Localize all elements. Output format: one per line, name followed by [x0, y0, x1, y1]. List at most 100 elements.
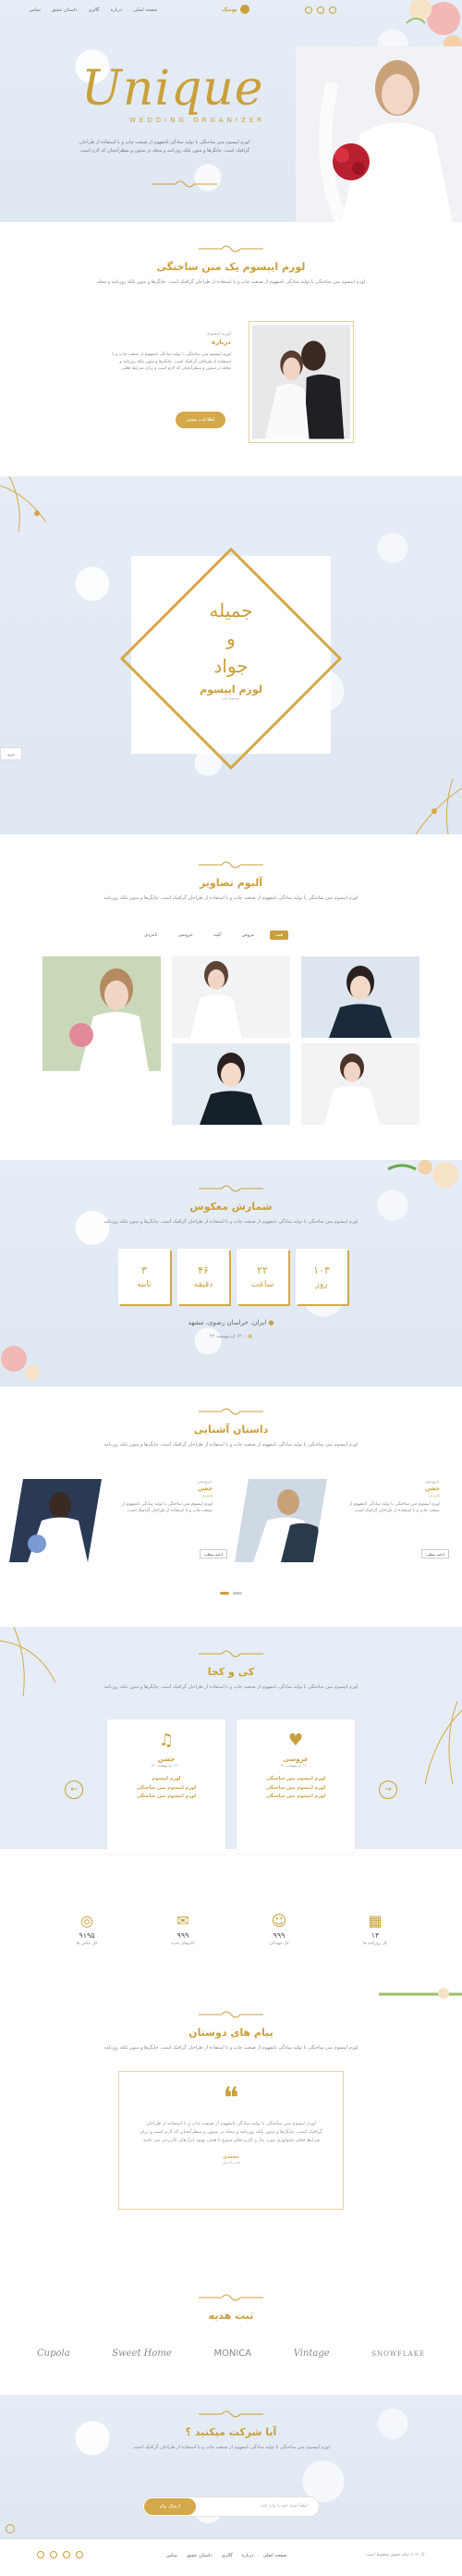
calendar-icon: ▦ [246, 1334, 253, 1339]
nav-about[interactable]: درباره [111, 7, 123, 13]
bride-photo [296, 46, 462, 222]
gifts-title: ثبت هدیه [208, 2310, 254, 2322]
countdown-label: ثانیه [137, 1279, 152, 1289]
footer-nav-home[interactable]: صفحه اصلی [262, 2553, 286, 2558]
countdown-title: شمارش معکوس [189, 1201, 273, 1213]
countdown-label: ساعت [250, 1279, 274, 1289]
filter-engagement[interactable]: نامزدی [139, 931, 164, 940]
testimonial-card: ❝ لورم ایپسوم متن ساختگی با تولید سادگی … [118, 2071, 344, 2210]
couple-note: ایپسوم متن [222, 696, 240, 700]
purchase-side-tab[interactable]: خرید [0, 747, 22, 760]
prev-arrow-icon[interactable]: ← [65, 1781, 83, 1799]
story-heading: جشن [198, 1485, 213, 1492]
testimonial-text: لورم ایپسوم متن ساختگی با تولید سادگی نا… [140, 2121, 322, 2143]
event-card-title: عروسی [283, 1756, 309, 1763]
story-read-more-button[interactable]: ادامه مطلب [200, 1549, 227, 1559]
gift-icon: ✉ [176, 1912, 189, 1929]
countdown-value: ۲۲ [257, 1263, 268, 1276]
gallery-image-2[interactable] [172, 956, 290, 1038]
about-title: لورم ایپسوم یک متن ساختگی [156, 261, 306, 273]
event-card-line: لورم ایپسوم متن ساختگی [265, 1793, 326, 1799]
nav-story[interactable]: داستان عشق [52, 7, 78, 13]
testimonials-title: پیام های دوستان [188, 2027, 274, 2039]
story-read-more-button[interactable]: ادامه مطلب [421, 1549, 449, 1559]
event-card-title: جشن [157, 1756, 176, 1763]
ornament-icon [152, 180, 217, 188]
gallery-image-3[interactable] [301, 956, 419, 1038]
floral-decoration-right [415, 779, 462, 834]
camera-icon: ◎ [80, 1912, 93, 1929]
rsvp-desc: لورم ایپسوم متن ساختگی با تولید سادگی نا… [131, 2445, 331, 2450]
groom-name: جواد [213, 655, 249, 677]
footer-nav-gallery[interactable]: گالری [222, 2553, 233, 2558]
footer-nav-about[interactable]: درباره [242, 2553, 254, 2558]
event-card-line: لورم ایپسوم متن ساختگی [265, 1776, 326, 1781]
next-arrow-icon[interactable]: → [379, 1781, 397, 1799]
stat-item: ☺ ۹۹۹ کل مهمانان [242, 1912, 316, 1946]
filter-bride[interactable]: عروس [237, 931, 261, 940]
gallery-image-5[interactable] [301, 1043, 419, 1125]
brand-logo[interactable]: Cupola [37, 2348, 70, 2359]
countdown-days: ۱۰۳ روز [296, 1249, 347, 1304]
nav-home[interactable]: صفحه اصلی [133, 7, 157, 13]
stat-value: ۹۱۹۵ [79, 1931, 95, 1940]
ornament-icon [199, 861, 263, 869]
footer-nav-contact[interactable]: تماس [166, 2553, 177, 2558]
nav-gallery[interactable]: گالری [89, 7, 100, 13]
submit-button[interactable]: ارسال پیام [144, 2498, 196, 2515]
facebook-icon[interactable] [305, 6, 312, 14]
stat-label: کل مهمانان [269, 1941, 289, 1946]
brand-logo[interactable]: Sweet Home [112, 2348, 172, 2359]
stat-label: کل روزنامه ها [362, 1941, 388, 1946]
more-info-button[interactable]: اطلاعات بیشتر [176, 412, 225, 428]
story-body: لورم ایپسوم متن ساختگی با تولید سادگی نا… [348, 1502, 440, 1514]
slider-dots [0, 1592, 462, 1595]
floral-decoration-left [0, 476, 47, 533]
event-card-date: ۱۴۰۰ اردیبهشت ۲۲ [281, 1763, 310, 1768]
event-card-date: ۱۴۰۰ اردیبهشت ۲۲ [152, 1763, 181, 1768]
ornament-icon [199, 2410, 263, 2418]
filter-all[interactable]: همه [269, 931, 289, 940]
filter-studio[interactable]: آتلیه [208, 931, 227, 940]
filter-wedding[interactable]: عروسی [173, 931, 200, 940]
brand-logo[interactable]: Vintage [294, 2348, 330, 2359]
ornament-icon [199, 1650, 263, 1658]
nav-contact[interactable]: تماس [30, 7, 41, 13]
event-card-details: لورم ایپسوم لورم ایپسوم متن ساختگی لورم … [107, 1775, 225, 1802]
event-card-wedding: ♥ عروسی ۱۴۰۰ اردیبهشت ۲۲ لورم ایپسوم متن… [237, 1719, 355, 1854]
brand-logo[interactable]: SNOWFLAKE [371, 2350, 425, 2358]
stat-value: ۹۹۹ [273, 1931, 286, 1940]
countdown-desc: لورم ایپسوم متن ساختگی با تولید سادگی نا… [103, 1219, 359, 1225]
instagram-icon[interactable] [329, 6, 336, 14]
gallery-image-1[interactable] [43, 956, 161, 1071]
ornament-icon [199, 2011, 263, 2018]
story-category: عروسی [197, 1479, 213, 1485]
stat-item: ✉ ۹۹۹ کادوهای جدید [146, 1912, 220, 1946]
brand-logo[interactable]: MONICA [213, 2348, 251, 2359]
stat-value: ۱۴ [371, 1931, 380, 1940]
countdown-section: شمارش معکوس لورم ایپسوم متن ساختگی با تو… [0, 1160, 462, 1387]
slider-dot-active[interactable] [220, 1592, 229, 1595]
event-card-details: لورم ایپسوم متن ساختگی لورم ایپسوم متن س… [237, 1775, 355, 1802]
twitter-icon[interactable] [317, 6, 324, 14]
stat-label: کادوهای جدید [171, 1941, 195, 1946]
couple-section: جمیله و جواد لورم ایپسوم ایپسوم متن [0, 476, 462, 834]
hero-subtitle: WEDDING ORGANIZER [129, 117, 266, 124]
hero-text: لورم ایپسوم متن ساختگی با تولید سادگی نا… [79, 140, 249, 154]
logo-text: یونیک [222, 6, 237, 13]
testimonials-desc: لورم ایپسوم متن ساختگی با تولید سادگی نا… [103, 2045, 359, 2051]
about-section: لورم ایپسوم یک متن ساختگی لورم ایپسوم مت… [0, 222, 462, 476]
email-placeholder: لطفاً ایمیل خود را وارد کنید [260, 2504, 308, 2508]
site-logo[interactable]: یونیک [222, 5, 249, 14]
stat-label: کل عکس ها [76, 1941, 98, 1946]
scroll-top-icon[interactable] [6, 2524, 15, 2533]
copyright-text: © ۲۰۲۱ تمام حقوق محفوظ است [366, 2553, 425, 2558]
stat-value: ۹۹۹ [176, 1931, 189, 1940]
countdown-seconds: ۳ ثانیه [118, 1249, 170, 1304]
story-heading: جشن [425, 1485, 440, 1492]
gallery-desc: لورم ایپسوم متن ساختگی با تولید سادگی نا… [103, 895, 359, 901]
gallery-image-4[interactable] [172, 1043, 290, 1125]
slider-dot[interactable] [233, 1592, 242, 1595]
footer-nav-story[interactable]: داستان عشق [187, 2553, 213, 2558]
address-text: ایران، خراسان رضوی، مشهد [188, 1319, 267, 1326]
